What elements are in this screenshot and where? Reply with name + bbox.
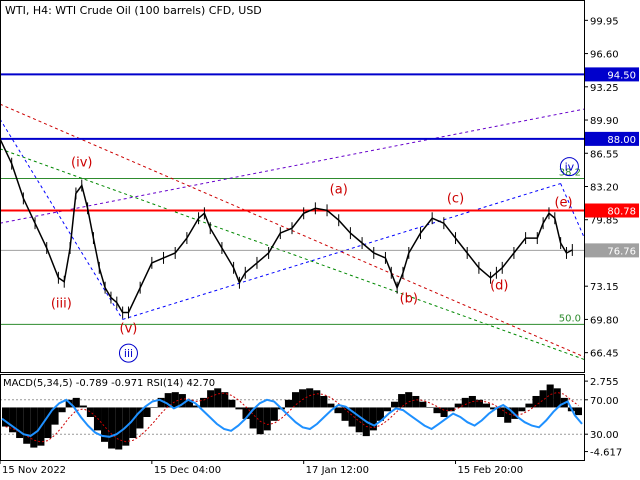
macd-bar xyxy=(497,407,505,417)
macd-bar xyxy=(86,407,94,417)
macd-bar xyxy=(263,407,271,431)
macd-bar xyxy=(143,407,151,417)
chart-title: WTI, H4: WTI Crude Oil (100 barrels) CFD… xyxy=(5,4,262,17)
y-tick-label: 89.90 xyxy=(590,116,619,127)
indicator-y-tick-label: 2.755 xyxy=(590,377,619,388)
trend-line xyxy=(1,148,584,360)
macd-bar xyxy=(108,407,116,449)
macd-bar xyxy=(391,401,399,408)
macd-bar xyxy=(214,388,222,408)
y-tick-label: 66.45 xyxy=(590,349,619,360)
macd-bar xyxy=(79,405,87,408)
macd-bar xyxy=(306,388,314,408)
wave-label: (iii) xyxy=(51,297,72,312)
macd-bar xyxy=(518,407,526,412)
x-tick-label: 15 Dec 04:00 xyxy=(154,465,221,476)
macd-bar xyxy=(398,394,406,408)
wave-label: (c) xyxy=(447,191,464,206)
macd-bar xyxy=(440,407,448,417)
wave-label: iii xyxy=(124,347,133,360)
wave-label: (a) xyxy=(330,182,348,197)
price-chart-canvas[interactable]: 99.9596.6093.2589.9086.5583.2079.8576.50… xyxy=(0,0,640,480)
main-plot xyxy=(1,73,584,360)
y-tick-label: 93.25 xyxy=(590,83,619,94)
macd-bar xyxy=(235,407,243,410)
macd-bar xyxy=(171,392,179,408)
level-tag-label: 88.00 xyxy=(607,135,636,146)
wave-label: (b) xyxy=(400,292,418,307)
macd-bar xyxy=(383,407,392,412)
indicator-plot xyxy=(1,384,584,450)
indicator-label: MACD(5,34,5) -0.789 -0.971 RSI(14) 42.70 xyxy=(3,378,216,389)
wave-label: iv xyxy=(565,161,575,174)
indicator-y-tick-label: -4.617 xyxy=(590,448,622,459)
wave-label: (e) xyxy=(554,195,572,210)
macd-bar xyxy=(412,395,420,408)
macd-bar xyxy=(299,389,307,408)
macd-bar xyxy=(574,407,582,416)
wave-label: (iv) xyxy=(71,156,92,171)
x-tick-label: 15 Feb 20:00 xyxy=(458,465,524,476)
y-tick-label: 73.15 xyxy=(590,282,619,293)
macd-bar xyxy=(454,403,462,408)
wave-label: (d) xyxy=(490,279,508,294)
macd-bar xyxy=(419,401,427,408)
macd-bar xyxy=(200,397,208,408)
main-frame xyxy=(0,0,585,373)
indicator-y-tick-label: 30.00 xyxy=(590,430,619,441)
macd-bar xyxy=(355,407,363,433)
macd-bar xyxy=(426,407,434,408)
indicator-y-tick-label: 70.00 xyxy=(590,396,619,407)
macd-bar xyxy=(327,403,335,408)
wave-label: (v) xyxy=(120,321,138,336)
fib-level-label: 50.0 xyxy=(559,313,581,324)
macd-bar xyxy=(405,392,413,408)
macd-bar xyxy=(30,407,38,448)
macd-bar xyxy=(23,407,31,444)
macd-bar xyxy=(270,407,278,421)
macd-bar xyxy=(292,392,300,408)
level-tag-label: 94.50 xyxy=(607,70,636,81)
level-tag-label: 80.78 xyxy=(607,207,636,218)
y-tick-label: 86.55 xyxy=(590,149,619,160)
macd-bar xyxy=(228,399,236,408)
x-tick-label: 17 Jan 12:00 xyxy=(306,465,369,476)
macd-bar xyxy=(284,399,292,408)
level-tag-label: 76.76 xyxy=(607,246,636,257)
macd-bar xyxy=(207,390,215,408)
macd-bar xyxy=(320,395,328,408)
macd-bar xyxy=(313,390,321,408)
macd-bar xyxy=(482,403,491,408)
y-tick-label: 96.60 xyxy=(590,50,619,61)
x-tick-label: 15 Nov 2022 xyxy=(2,465,66,476)
macd-bar xyxy=(150,407,158,408)
macd-bar xyxy=(539,390,547,408)
y-tick-label: 69.80 xyxy=(590,315,619,326)
y-tick-label: 99.95 xyxy=(590,16,619,27)
y-tick-label: 83.20 xyxy=(590,182,619,193)
macd-bar xyxy=(115,407,123,450)
macd-bar xyxy=(525,403,533,408)
macd-bar xyxy=(58,407,66,413)
